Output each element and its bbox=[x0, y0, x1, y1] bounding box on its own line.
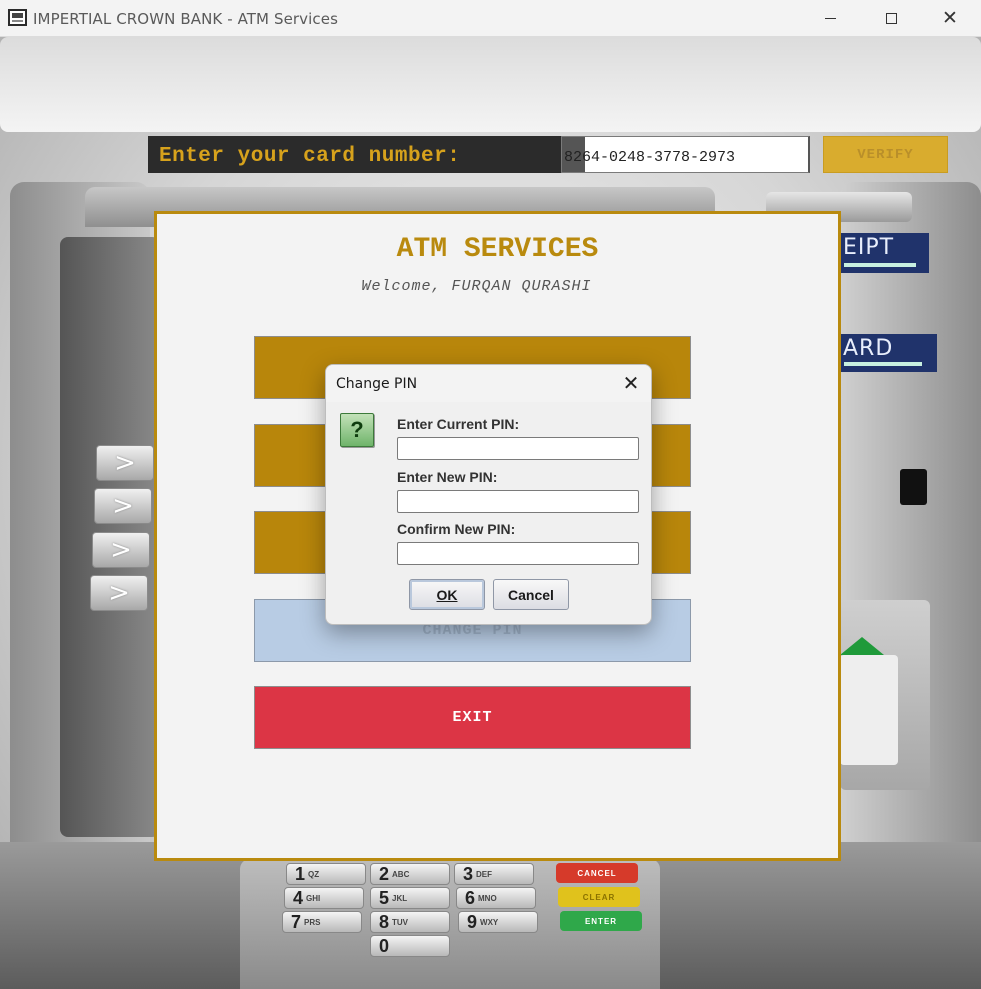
side-key-4: > bbox=[90, 575, 148, 611]
atm-right-bezel bbox=[840, 182, 981, 942]
new-pin-field[interactable] bbox=[397, 490, 639, 513]
question-icon: ? bbox=[340, 413, 374, 447]
maximize-button[interactable] bbox=[868, 0, 914, 37]
keypad-key-2: 2 ABC bbox=[370, 863, 450, 885]
current-pin-field[interactable] bbox=[397, 437, 639, 460]
card-number-prompt: Enter your card number: bbox=[148, 136, 561, 173]
keypad-enter-key: ENTER bbox=[560, 911, 642, 931]
welcome-message: Welcome, FURQAN QURASHI bbox=[361, 278, 592, 295]
keypad-key-4: 4 GHI bbox=[284, 887, 364, 909]
chevron-right-icon: > bbox=[114, 448, 136, 478]
chevron-right-icon: > bbox=[112, 491, 134, 521]
confirm-pin-field[interactable] bbox=[397, 542, 639, 565]
atm-top-strip bbox=[0, 37, 981, 132]
keypad-clear-key: CLEAR bbox=[558, 887, 640, 907]
cash-dispenser bbox=[840, 600, 930, 790]
cash-arrow-icon bbox=[840, 637, 884, 655]
exit-button[interactable]: EXIT bbox=[254, 686, 691, 749]
chevron-right-icon: > bbox=[108, 578, 130, 608]
current-pin-label: Enter Current PIN: bbox=[397, 416, 520, 432]
keypad-key-6: 6 MNO bbox=[456, 887, 536, 909]
keypad-cancel-key: CANCEL bbox=[556, 863, 638, 883]
keypad-key-1: 1 QZ bbox=[286, 863, 366, 885]
confirm-pin-label: Confirm New PIN: bbox=[397, 521, 516, 537]
window-title: IMPERTIAL CROWN BANK - ATM Services bbox=[33, 10, 338, 28]
dialog-close-button[interactable]: ✕ bbox=[618, 371, 644, 397]
keypad-key-0: 0 bbox=[370, 935, 450, 957]
card-label-glow bbox=[844, 362, 922, 366]
minimize-button[interactable] bbox=[807, 0, 853, 37]
window-close-button[interactable]: ✕ bbox=[927, 0, 973, 37]
services-title: ATM SERVICES bbox=[396, 234, 599, 265]
receipt-label-glow bbox=[844, 263, 916, 267]
side-key-3: > bbox=[92, 532, 150, 568]
chevron-right-icon: > bbox=[110, 535, 132, 565]
side-key-2: > bbox=[94, 488, 152, 524]
verify-button[interactable]: VERIFY bbox=[823, 136, 948, 173]
card-slot bbox=[900, 469, 927, 505]
cash-dispenser-tray bbox=[840, 655, 898, 765]
receipt-label-text: EIPT bbox=[843, 235, 895, 260]
window-titlebar: IMPERTIAL CROWN BANK - ATM Services ✕ bbox=[0, 0, 981, 37]
close-icon: ✕ bbox=[622, 371, 640, 395]
maximize-icon bbox=[885, 13, 897, 24]
dialog-title: Change PIN bbox=[336, 376, 418, 392]
keypad-key-9: 9 WXY bbox=[458, 911, 538, 933]
cancel-button[interactable]: Cancel bbox=[493, 579, 569, 610]
close-icon: ✕ bbox=[942, 7, 958, 29]
keypad-key-3: 3 DEF bbox=[454, 863, 534, 885]
ok-button-label: OK bbox=[436, 586, 458, 603]
keypad-key-7: 7 PRS bbox=[282, 911, 362, 933]
ok-button[interactable]: OK bbox=[409, 579, 485, 610]
receipt-label: EIPT bbox=[840, 233, 929, 273]
keypad-key-5: 5 JKL bbox=[370, 887, 450, 909]
minimize-icon bbox=[824, 18, 836, 19]
atm-app-icon bbox=[8, 9, 27, 26]
side-key-1: > bbox=[96, 445, 154, 481]
new-pin-label: Enter New PIN: bbox=[397, 469, 498, 485]
card-number-input[interactable]: 8264-0248-3778-2973 bbox=[561, 136, 810, 173]
dialog-titlebar: Change PIN ✕ bbox=[326, 365, 651, 402]
change-pin-dialog: Change PIN ✕ ? Enter Current PIN: Enter … bbox=[325, 364, 652, 625]
card-label: ARD bbox=[840, 334, 937, 372]
card-label-text: ARD bbox=[843, 336, 894, 361]
atm-keypad: 1 QZ 2 ABC 3 DEF 4 GHI 5 JKL 6 MNO 7 PRS 8 TUV 9… bbox=[240, 859, 660, 989]
keypad-key-8: 8 TUV bbox=[370, 911, 450, 933]
